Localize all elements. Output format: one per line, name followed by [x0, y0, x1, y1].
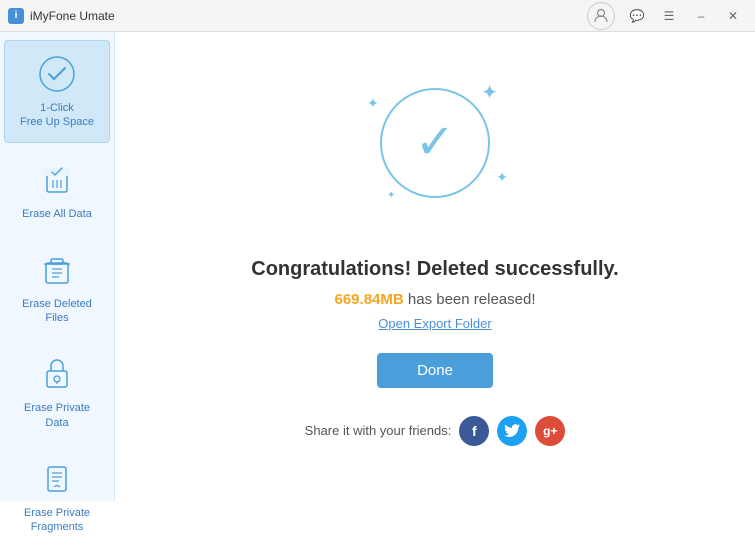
open-export-folder-link[interactable]: Open Export Folder	[378, 316, 491, 331]
twitter-button[interactable]	[497, 416, 527, 446]
minimize-button[interactable]: –	[687, 6, 715, 26]
sparkle-top-left: ✦	[367, 95, 379, 112]
titlebar-controls: 💬 ☰ – ✕	[587, 2, 747, 30]
titlebar: i iMyFone Umate 💬 ☰ – ✕	[0, 0, 755, 32]
app-logo: i	[8, 8, 24, 24]
sparkle-bottom-right: ✦	[496, 169, 508, 186]
success-animation: ✓ ✦ ✦ ✦ ✦	[380, 88, 490, 228]
released-text: 669.84MB has been released!	[335, 291, 536, 308]
chat-button[interactable]: 💬	[623, 6, 651, 26]
facebook-button[interactable]: f	[459, 416, 489, 446]
titlebar-left: i iMyFone Umate	[8, 8, 115, 24]
free-up-space-icon	[36, 53, 78, 95]
sidebar-item-label-erase-all-data: Erase All Data	[22, 207, 92, 221]
checkmark-icon: ✓	[415, 119, 455, 167]
done-button[interactable]: Done	[377, 353, 493, 388]
sparkle-top-right: ✦	[481, 80, 498, 105]
released-suffix: has been released!	[404, 291, 536, 308]
sidebar-item-free-up-space[interactable]: 1-ClickFree Up Space	[4, 40, 110, 143]
sparkle-bottom-left: ✦	[387, 190, 395, 201]
sidebar-item-erase-deleted-files[interactable]: Erase Deleted Files	[4, 237, 110, 338]
googleplus-button[interactable]: g+	[535, 416, 565, 446]
close-button[interactable]: ✕	[719, 6, 747, 26]
menu-button[interactable]: ☰	[655, 6, 683, 26]
app-title: iMyFone Umate	[30, 9, 115, 23]
erase-all-data-icon	[36, 159, 78, 201]
erase-deleted-files-icon	[36, 249, 78, 291]
erase-private-data-icon	[36, 353, 78, 395]
released-amount: 669.84MB	[335, 291, 404, 308]
sidebar-item-erase-all-data[interactable]: Erase All Data	[4, 147, 110, 233]
user-icon[interactable]	[587, 2, 615, 30]
share-row: Share it with your friends: f g+	[305, 416, 566, 446]
app-body: 1-ClickFree Up Space Erase All Data	[0, 32, 755, 501]
congrats-text: Congratulations! Deleted successfully.	[251, 258, 619, 281]
success-circle: ✓ ✦ ✦ ✦ ✦	[380, 88, 490, 198]
erase-private-fragments-icon	[36, 458, 78, 500]
sidebar-item-label-erase-private-fragments: Erase Private Fragments	[12, 506, 102, 535]
sidebar-item-label-erase-deleted-files: Erase Deleted Files	[12, 297, 102, 326]
sidebar-item-erase-private-fragments[interactable]: Erase Private Fragments	[4, 446, 110, 547]
sidebar-item-erase-private-data[interactable]: Erase Private Data	[4, 341, 110, 442]
share-label: Share it with your friends:	[305, 423, 452, 438]
sidebar-item-label-erase-private-data: Erase Private Data	[12, 401, 102, 430]
main-content: ✓ ✦ ✦ ✦ ✦ Congratulations! Deleted succe…	[115, 32, 755, 501]
sidebar-item-label-free-up-space: 1-ClickFree Up Space	[20, 101, 94, 130]
sidebar: 1-ClickFree Up Space Erase All Data	[0, 32, 115, 501]
